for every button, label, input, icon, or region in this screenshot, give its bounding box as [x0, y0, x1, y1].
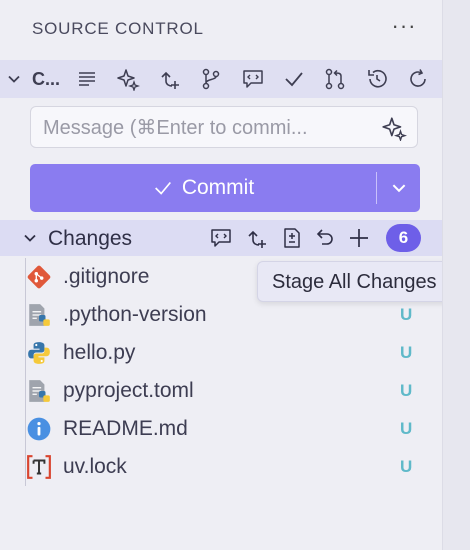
sync-changes-icon[interactable]	[243, 225, 271, 251]
file-status: U	[400, 457, 413, 476]
text-file-icon	[27, 455, 51, 479]
chevron-down-icon[interactable]	[6, 71, 22, 87]
file-name: README.md	[63, 417, 188, 440]
diff-file-icon[interactable]	[278, 225, 306, 251]
info-icon	[27, 417, 51, 441]
file-status: U	[400, 343, 413, 362]
python-file-icon	[29, 304, 50, 326]
file-name: hello.py	[63, 341, 136, 364]
commit-message-input[interactable]	[41, 107, 375, 149]
changes-count-badge: 6	[386, 224, 421, 252]
sparkle-icon[interactable]	[381, 115, 407, 141]
commit-button-group: Commit	[30, 164, 420, 212]
list-item[interactable]: uv.lock U	[26, 448, 442, 486]
list-icon[interactable]	[74, 66, 100, 92]
stage-all-tooltip: Stage All Changes	[257, 261, 465, 302]
chevron-down-icon	[392, 184, 405, 193]
changes-label: Changes	[48, 227, 133, 250]
stage-all-changes-button[interactable]	[345, 225, 373, 251]
sync-changes-icon[interactable]	[157, 66, 183, 92]
file-name: .gitignore	[63, 265, 150, 288]
file-status: U	[400, 419, 413, 438]
git-icon	[27, 265, 51, 289]
list-item[interactable]: hello.py U	[26, 334, 442, 372]
history-icon[interactable]	[364, 66, 390, 92]
python-icon	[28, 342, 50, 364]
repository-header[interactable]: C...	[0, 60, 442, 98]
pull-request-icon[interactable]	[322, 66, 348, 92]
list-item[interactable]: pyproject.toml U	[26, 372, 442, 410]
plus-icon	[350, 229, 368, 247]
discard-icon[interactable]	[311, 225, 339, 251]
comment-code-icon[interactable]	[207, 225, 235, 251]
commit-button-label: Commit	[181, 176, 255, 199]
check-icon[interactable]	[281, 66, 307, 92]
branch-icon[interactable]	[198, 66, 224, 92]
file-status: U	[400, 381, 413, 400]
chevron-down-icon[interactable]	[22, 230, 38, 246]
refresh-icon[interactable]	[405, 66, 431, 92]
sparkle-icon[interactable]	[115, 66, 141, 92]
changes-section-header[interactable]: Changes 6	[0, 220, 442, 256]
python-file-icon	[29, 380, 50, 402]
file-name: pyproject.toml	[63, 379, 194, 402]
commit-message-field[interactable]	[30, 106, 418, 149]
list-item[interactable]: README.md U	[26, 410, 442, 448]
editor-edge	[442, 0, 470, 550]
check-icon	[154, 181, 171, 195]
commit-dropdown-button[interactable]	[377, 164, 420, 212]
file-name: .python-version	[63, 303, 207, 326]
tooltip-text: Stage All Changes	[272, 271, 437, 293]
commit-button[interactable]: Commit	[30, 164, 376, 212]
more-actions-button[interactable]: ···	[388, 14, 420, 42]
file-status: U	[400, 305, 413, 324]
file-name: uv.lock	[63, 455, 127, 478]
comment-code-icon[interactable]	[240, 66, 266, 92]
source-control-panel: SOURCE CONTROL ··· C... Message (⌘Enter …	[0, 0, 465, 550]
panel-header: SOURCE CONTROL ···	[0, 0, 442, 58]
repository-name: C...	[32, 69, 61, 89]
panel-title: SOURCE CONTROL	[32, 19, 204, 38]
